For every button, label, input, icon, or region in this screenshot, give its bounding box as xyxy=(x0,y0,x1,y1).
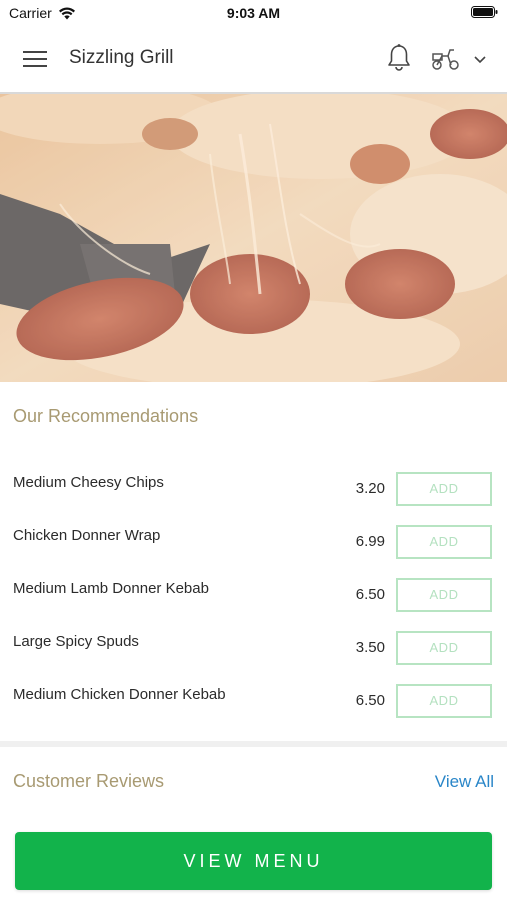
menu-item-row: Chicken Donner Wrap 6.99 ADD xyxy=(0,525,507,580)
add-button[interactable]: ADD xyxy=(396,578,492,612)
recommendations-title: Our Recommendations xyxy=(13,406,199,426)
chevron-down-icon xyxy=(474,56,486,64)
view-menu-button[interactable]: VIEW MENU xyxy=(15,832,492,890)
item-name: Large Spicy Spuds xyxy=(13,633,139,650)
add-button[interactable]: ADD xyxy=(396,684,492,718)
menu-item-row: Large Spicy Spuds 3.50 ADD xyxy=(0,631,507,686)
menu-icon[interactable] xyxy=(22,46,48,72)
restaurant-title: Sizzling Grill xyxy=(69,47,174,68)
status-time: 9:03 AM xyxy=(226,5,281,21)
item-price: 6.50 xyxy=(355,692,385,709)
hero-image xyxy=(0,94,507,382)
bell-icon[interactable] xyxy=(386,43,412,73)
add-button[interactable]: ADD xyxy=(396,472,492,506)
section-divider xyxy=(0,741,507,747)
item-name: Medium Lamb Donner Kebab xyxy=(13,580,209,597)
item-name: Chicken Donner Wrap xyxy=(13,527,161,544)
pizza-photo xyxy=(0,94,507,382)
reviews-title: Customer Reviews xyxy=(13,771,165,791)
item-price: 6.50 xyxy=(355,586,385,603)
app-header: Sizzling Grill xyxy=(0,26,507,94)
menu-item-row: Medium Lamb Donner Kebab 6.50 ADD xyxy=(0,578,507,633)
add-button[interactable]: ADD xyxy=(396,631,492,665)
status-bar: Carrier 9:03 AM xyxy=(0,0,507,26)
battery-icon xyxy=(471,6,498,18)
item-price: 3.20 xyxy=(355,480,385,497)
item-name: Medium Chicken Donner Kebab xyxy=(13,686,226,703)
delivery-mode-selector[interactable] xyxy=(431,46,491,72)
menu-item-row: Medium Cheesy Chips 3.20 ADD xyxy=(0,472,507,527)
add-button[interactable]: ADD xyxy=(396,525,492,559)
item-name: Medium Cheesy Chips xyxy=(13,474,164,491)
menu-item-row: Medium Chicken Donner Kebab 6.50 ADD xyxy=(0,684,507,739)
scooter-icon xyxy=(432,49,459,70)
view-all-link[interactable]: View All xyxy=(435,772,494,792)
item-price: 6.99 xyxy=(355,533,385,550)
item-price: 3.50 xyxy=(355,639,385,656)
